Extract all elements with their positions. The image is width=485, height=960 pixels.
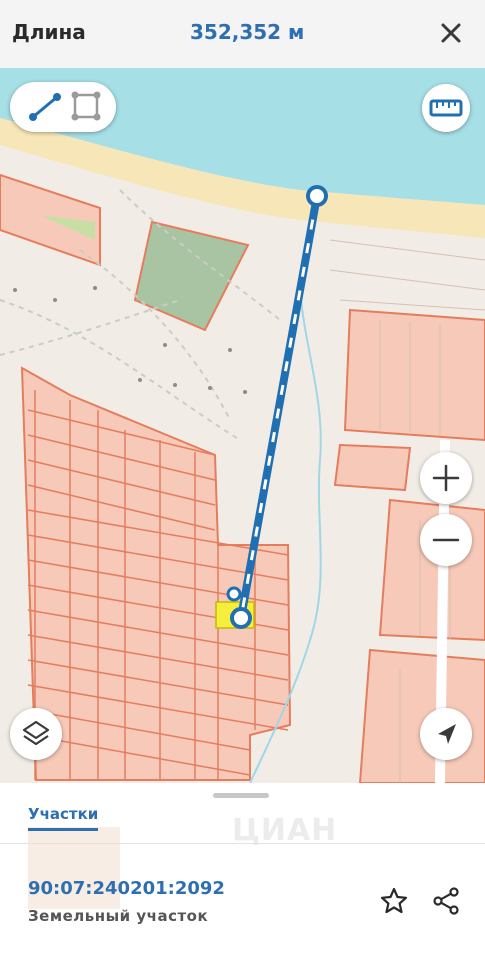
location-arrow-icon: [438, 724, 456, 744]
ruler-icon: [429, 99, 463, 117]
plus-icon: [432, 464, 460, 492]
zoom-in-button[interactable]: [420, 452, 472, 504]
cadastral-number[interactable]: 90:07:240201:2092: [28, 878, 225, 899]
measure-header: Длина 352,352 м: [0, 0, 485, 69]
measure-mid-point[interactable]: [226, 586, 242, 602]
map-view[interactable]: [0, 68, 485, 783]
measure-label: Длина: [12, 20, 86, 44]
line-tool-icon[interactable]: [29, 93, 61, 121]
mode-icons: [29, 91, 101, 121]
share-icon: [433, 887, 459, 915]
layers-icon: [22, 720, 50, 746]
locate-button[interactable]: [420, 708, 472, 760]
sheet-divider: [0, 843, 485, 844]
measure-value: 352,352 м: [190, 20, 305, 44]
minus-icon: [432, 538, 460, 542]
close-button[interactable]: [436, 18, 466, 48]
bottom-sheet[interactable]: ЦИАН Участки 90:07:240201:2092 Земельный…: [0, 783, 485, 960]
ruler-button[interactable]: [422, 84, 470, 132]
area-tool-icon[interactable]: [71, 91, 101, 121]
parcel-upper-left: [0, 173, 101, 267]
measure-start-point[interactable]: [306, 185, 328, 207]
parcel-type: Земельный участок: [28, 907, 209, 925]
measure-end-point[interactable]: [230, 607, 252, 629]
map-canvas[interactable]: [0, 68, 485, 783]
favorite-button[interactable]: [378, 885, 410, 917]
star-icon: [380, 887, 408, 914]
green-parcel: [133, 220, 250, 332]
tab-indicator: [28, 828, 98, 831]
zoom-out-button[interactable]: [420, 514, 472, 566]
measure-mode-toggle[interactable]: [10, 82, 116, 132]
sheet-drag-handle[interactable]: [213, 793, 269, 798]
close-icon: [441, 23, 461, 43]
share-button[interactable]: [430, 885, 462, 917]
tab-parcels[interactable]: Участки: [28, 805, 98, 823]
layers-button[interactable]: [10, 708, 62, 760]
